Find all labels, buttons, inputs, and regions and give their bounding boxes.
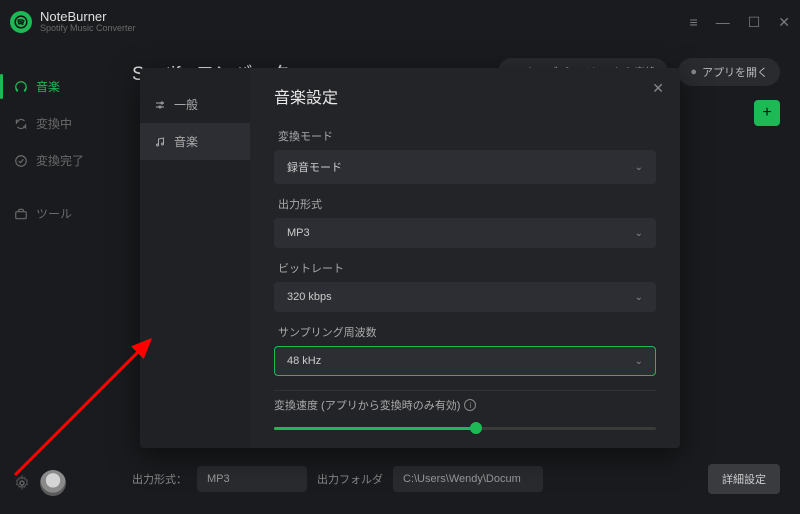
speed-slider[interactable] — [274, 421, 656, 434]
select-bitrate[interactable]: 320 kbps ⌄ — [274, 282, 656, 312]
settings-tab-general[interactable]: 一般 — [140, 86, 250, 123]
sidebar: 音楽 変換中 変換完了 ツール — [0, 44, 112, 514]
field-label-bitrate: ビットレート — [278, 260, 656, 276]
close-icon[interactable]: ✕ — [778, 14, 790, 31]
field-label-format: 出力形式 — [278, 196, 656, 212]
open-app-button[interactable]: ● アプリを開く — [678, 58, 780, 86]
sidebar-item-label: ツール — [36, 205, 72, 222]
output-folder-value[interactable]: C:\Users\Wendy\Docum — [393, 466, 543, 492]
spotify-icon: ● — [690, 66, 697, 78]
sidebar-item-tools[interactable]: ツール — [0, 195, 112, 232]
brand-name: NoteBurner — [40, 10, 136, 24]
sidebar-item-music[interactable]: 音楽 — [0, 68, 112, 105]
sidebar-item-converted[interactable]: 変換完了 — [0, 142, 112, 179]
field-label-mode: 変換モード — [278, 128, 656, 144]
sliders-icon — [154, 99, 166, 111]
refresh-icon — [14, 117, 28, 131]
titlebar: NoteBurner Spotify Music Converter ≡ — ☐… — [0, 0, 800, 44]
output-folder-label: 出力フォルダ — [317, 471, 383, 487]
chevron-down-icon: ⌄ — [635, 162, 643, 173]
select-mode[interactable]: 録音モード ⌄ — [274, 150, 656, 184]
music-note-icon — [154, 136, 166, 148]
info-icon[interactable]: i — [464, 399, 476, 411]
brand: NoteBurner Spotify Music Converter — [10, 10, 136, 34]
gear-icon[interactable] — [14, 475, 30, 491]
headphones-icon — [14, 80, 28, 94]
sidebar-item-label: 変換完了 — [36, 152, 84, 169]
plus-icon: + — [762, 104, 771, 122]
select-samplerate[interactable]: 48 kHz ⌄ — [274, 346, 656, 376]
sidebar-item-converting[interactable]: 変換中 — [0, 105, 112, 142]
brand-subtitle: Spotify Music Converter — [40, 24, 136, 34]
field-label-speed: 変換速度 (アプリから変換時のみ有効) — [274, 397, 460, 413]
avatar[interactable] — [40, 470, 66, 496]
chevron-down-icon: ⌄ — [635, 292, 643, 303]
chevron-down-icon: ⌄ — [635, 228, 643, 239]
chevron-down-icon: ⌄ — [635, 356, 643, 367]
sidebar-item-label: 音楽 — [36, 78, 60, 95]
output-format-value[interactable]: MP3 — [197, 466, 307, 492]
toolbox-icon — [14, 207, 28, 221]
modal-title: 音楽設定 — [274, 84, 656, 108]
slider-thumb[interactable] — [470, 422, 482, 434]
divider — [274, 390, 656, 391]
field-label-samplerate: サンプリング周波数 — [278, 324, 656, 340]
minimize-icon[interactable]: — — [716, 14, 730, 30]
settings-tab-music[interactable]: 音楽 — [140, 123, 250, 160]
app-logo — [10, 11, 32, 33]
sidebar-item-label: 変換中 — [36, 115, 72, 132]
menu-icon[interactable]: ≡ — [690, 14, 698, 30]
output-format-label: 出力形式： — [132, 471, 187, 487]
modal-close-icon[interactable]: ✕ — [652, 80, 664, 97]
settings-modal: 一般 音楽 ✕ 音楽設定 変換モード 録音モード ⌄ 出力形式 MP3 ⌄ ビッ… — [140, 68, 680, 448]
select-format[interactable]: MP3 ⌄ — [274, 218, 656, 248]
settings-sidebar: 一般 音楽 — [140, 68, 250, 448]
bottom-bar: 出力形式： MP3 出力フォルダ C:\Users\Wendy\Docum 詳細… — [132, 454, 780, 514]
maximize-icon[interactable]: ☐ — [748, 14, 761, 31]
detail-settings-button[interactable]: 詳細設定 — [708, 464, 780, 494]
add-button[interactable]: + — [754, 100, 780, 126]
check-icon — [14, 154, 28, 168]
window-controls: ≡ — ☐ ✕ — [690, 14, 790, 31]
